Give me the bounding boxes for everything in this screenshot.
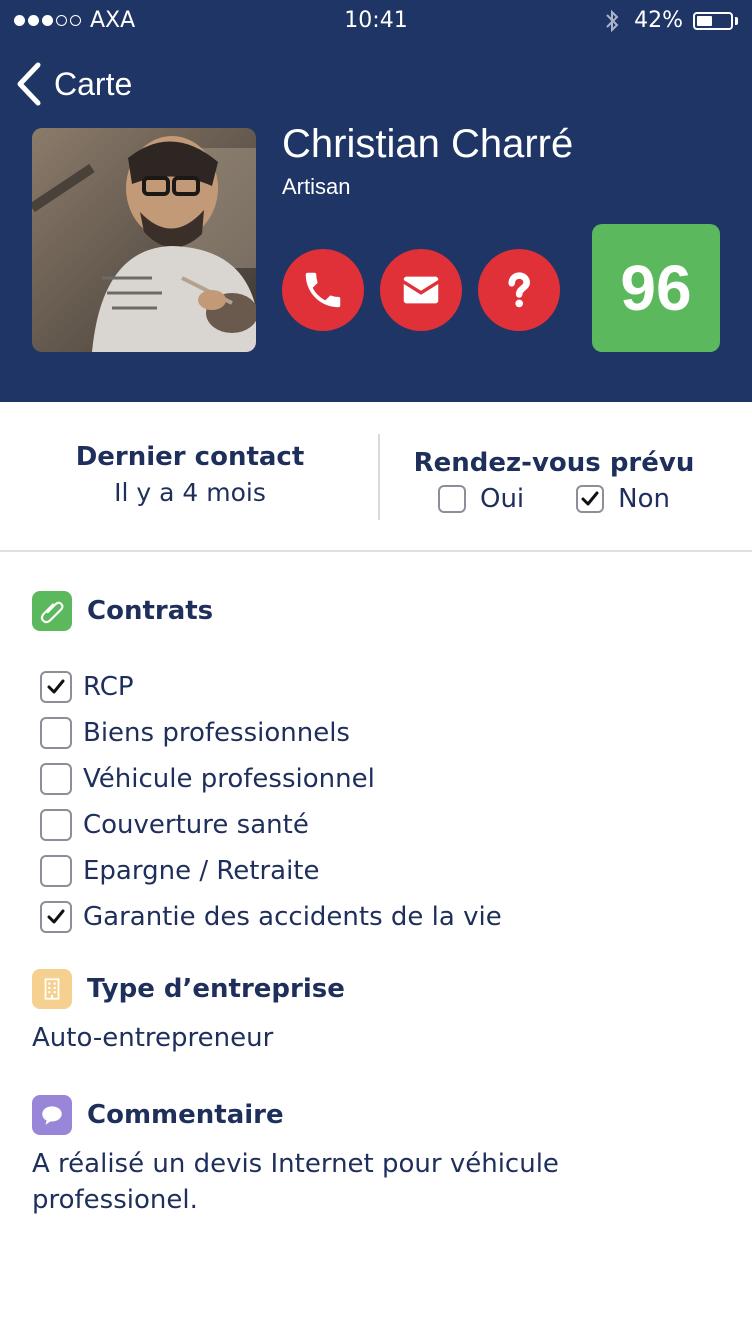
- checkbox-unchecked[interactable]: [40, 763, 72, 795]
- contract-label: Garantie des accidents de la vie: [83, 902, 502, 932]
- chevron-left-icon: [17, 62, 41, 106]
- contracts-list: RCP Biens professionnels Véhicule profes…: [40, 664, 502, 940]
- score-badge: 96: [592, 224, 720, 352]
- company-type-header: Type d’entreprise: [32, 969, 345, 1009]
- checkmark-icon: [47, 679, 65, 694]
- bluetooth-icon: [606, 9, 619, 32]
- checkmark-icon: [581, 491, 599, 506]
- company-type-title: Type d’entreprise: [87, 974, 345, 1004]
- phone-icon: [305, 272, 341, 308]
- contract-item-epargne[interactable]: Epargne / Retraite: [40, 848, 502, 894]
- checkbox-checked[interactable]: [40, 671, 72, 703]
- checkbox-checked[interactable]: [576, 485, 605, 513]
- speech-bubble-icon: [32, 1095, 72, 1135]
- contract-item-vehicule[interactable]: Véhicule professionnel: [40, 756, 502, 802]
- contracts-title: Contrats: [87, 596, 214, 626]
- checkbox-unchecked[interactable]: [40, 855, 72, 887]
- appointment-title: Rendez-vous prévu: [413, 448, 695, 478]
- appointment: Rendez-vous prévu Oui Non: [380, 448, 728, 514]
- option-label: Oui: [479, 484, 525, 514]
- comment-title: Commentaire: [87, 1100, 284, 1130]
- email-button[interactable]: [380, 249, 462, 331]
- contract-item-biens[interactable]: Biens professionnels: [40, 710, 502, 756]
- contract-label: Couverture santé: [83, 810, 309, 840]
- contact-summary: Dernier contact Il y a 4 mois Rendez-vou…: [0, 402, 752, 552]
- appointment-option-oui[interactable]: Oui: [437, 484, 525, 514]
- back-button[interactable]: Carte: [16, 62, 132, 106]
- contact-role: Artisan: [282, 174, 351, 199]
- checkbox-unchecked[interactable]: [437, 485, 466, 513]
- profile-photo: [32, 128, 256, 352]
- last-contact-title: Dernier contact: [75, 442, 305, 472]
- option-label: Non: [618, 484, 670, 514]
- contracts-header: Contrats: [32, 591, 213, 631]
- contract-label: Biens professionnels: [83, 718, 350, 748]
- battery-fill: [697, 15, 713, 26]
- checkmark-icon: [47, 909, 65, 924]
- question-icon: [508, 272, 530, 308]
- battery-icon: [693, 11, 733, 30]
- help-button[interactable]: [478, 249, 560, 331]
- appointment-option-non[interactable]: Non: [576, 484, 670, 514]
- contract-item-rcp[interactable]: RCP: [40, 664, 502, 710]
- checkbox-unchecked[interactable]: [40, 809, 72, 841]
- contract-label: Véhicule professionnel: [83, 764, 375, 794]
- last-contact: Dernier contact Il y a 4 mois: [0, 442, 380, 507]
- comment-text: A réalisé un devis Internet pour véhicul…: [32, 1149, 559, 1215]
- mail-icon: [403, 276, 439, 304]
- contract-label: Epargne / Retraite: [83, 856, 320, 886]
- contact-name: Christian Charré: [282, 122, 574, 166]
- checkbox-unchecked[interactable]: [40, 717, 72, 749]
- comment-header: Commentaire: [32, 1095, 284, 1135]
- paperclip-icon: [32, 591, 72, 631]
- contract-item-garantie[interactable]: Garantie des accidents de la vie: [40, 894, 502, 940]
- checkbox-checked[interactable]: [40, 901, 72, 933]
- call-button[interactable]: [282, 249, 364, 331]
- profile-header: AXA 10:41 42% Carte Christian Charré Art…: [0, 0, 752, 402]
- status-bar: AXA 10:41 42%: [0, 0, 752, 40]
- battery-tip: [735, 16, 738, 25]
- battery-percent: 42%: [634, 8, 683, 33]
- back-label: Carte: [54, 65, 133, 102]
- company-type-value: Auto-entrepreneur: [32, 1023, 274, 1053]
- contract-item-sante[interactable]: Couverture santé: [40, 802, 502, 848]
- contract-label: RCP: [83, 672, 134, 702]
- status-right: 42%: [604, 8, 738, 33]
- last-contact-value: Il y a 4 mois: [114, 478, 266, 507]
- building-icon: [32, 969, 72, 1009]
